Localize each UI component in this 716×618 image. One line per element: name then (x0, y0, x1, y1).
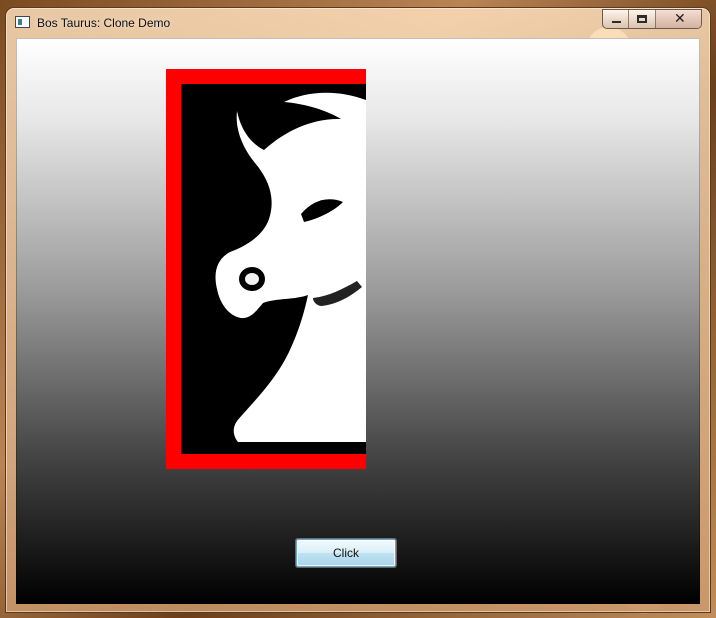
minimize-icon (612, 21, 621, 23)
maximize-button[interactable] (629, 10, 656, 28)
application-window: Bos Taurus: Clone Demo ✕ Click (6, 8, 710, 612)
window-title: Bos Taurus: Clone Demo (37, 16, 171, 30)
application-icon (15, 16, 30, 28)
bull-image (181, 84, 366, 454)
close-button[interactable]: ✕ (655, 10, 701, 28)
minimize-button[interactable] (603, 10, 630, 28)
bull-image-frame (166, 69, 366, 469)
bull-icon (181, 84, 366, 454)
maximize-icon (637, 15, 648, 23)
window-controls: ✕ (602, 9, 702, 29)
close-icon: ✕ (673, 11, 686, 27)
title-bar[interactable]: Bos Taurus: Clone Demo ✕ (6, 8, 710, 38)
click-button[interactable]: Click (296, 539, 396, 567)
client-area: Click (16, 38, 700, 604)
